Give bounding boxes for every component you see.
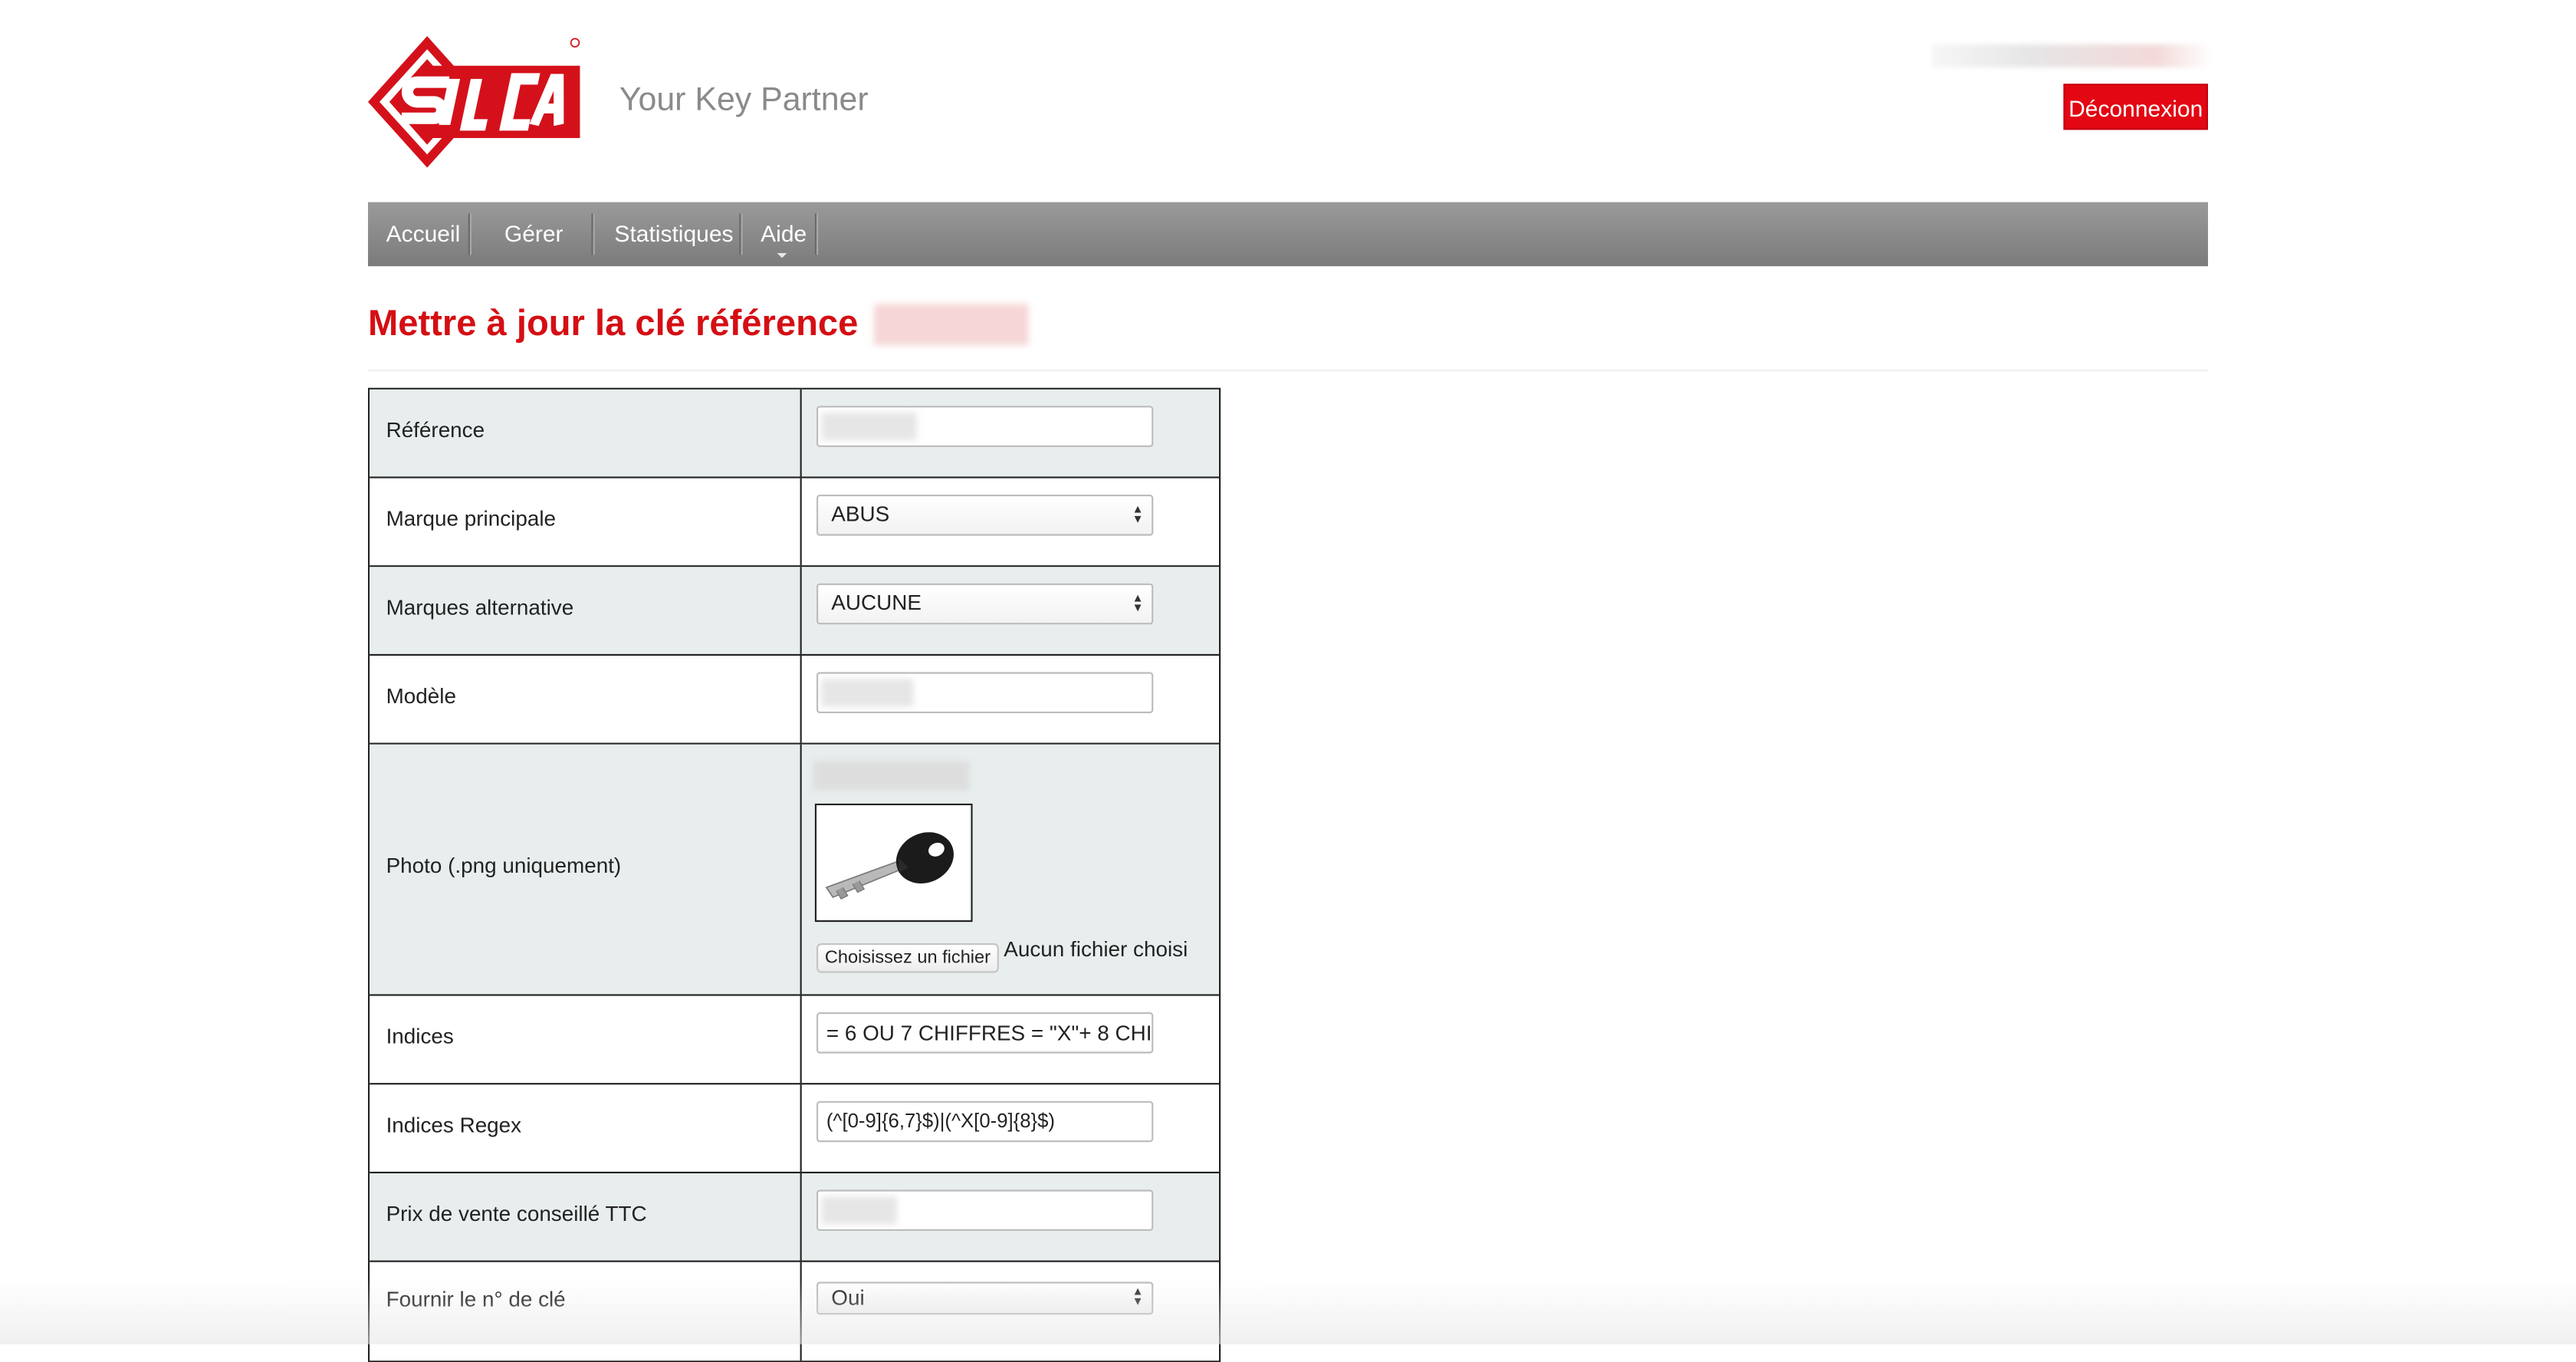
column-divider [800, 744, 802, 995]
form-row-photo: Photo (.png uniquement) Choisissez un fi… [370, 744, 1220, 996]
form-row-model: Modèle [370, 656, 1220, 745]
key-photo-preview [814, 803, 973, 923]
choose-file-button[interactable]: Choisissez un fichier [816, 943, 999, 973]
reference-input[interactable] [816, 406, 1154, 447]
file-status-text: Aucun fichier choisi [1004, 936, 1188, 962]
reference-value-redacted [821, 412, 917, 441]
supply-key-number-label: Fournir le n° de clé [386, 1286, 566, 1311]
silca-logo[interactable] [365, 33, 585, 171]
select-arrows-icon: ▲ ▼ [1132, 504, 1144, 526]
nav-separator [814, 213, 816, 255]
column-divider [800, 1262, 802, 1361]
nav-item-statistiques[interactable]: Statistiques [614, 202, 733, 267]
hints-input[interactable]: = 6 OU 7 CHIFFRES = "X"+ 8 CHIFFRES [816, 1012, 1154, 1054]
column-divider [800, 478, 802, 566]
title-reference-redacted [874, 304, 1029, 345]
page-title: Mettre à jour la clé référence [368, 302, 859, 344]
column-divider [800, 1173, 802, 1261]
nav-separator [591, 213, 593, 255]
form-row-alt-brand: Marques alternative AUCUNE ▲ ▼ [370, 567, 1220, 656]
hints-regex-input[interactable]: (^[0-9]{6,7}$)|(^X[0-9]{8}$) [816, 1100, 1154, 1143]
tagline: Your Key Partner [619, 82, 869, 119]
model-label: Modèle [386, 683, 456, 709]
column-divider [800, 656, 802, 743]
select-arrows-icon: ▲ ▼ [1132, 593, 1144, 615]
brand-select-value: ABUS [831, 501, 890, 526]
alt-brand-select-value: AUCUNE [831, 590, 922, 615]
supply-key-number-select[interactable]: Oui ▲ ▼ [816, 1281, 1154, 1315]
price-label: Prix de vente conseillé TTC [386, 1201, 647, 1226]
column-divider [800, 389, 802, 477]
photo-label: Photo (.png uniquement) [386, 853, 622, 878]
photo-filename-redacted [813, 761, 970, 791]
model-input[interactable] [816, 672, 1154, 713]
aide-dropdown-caret-icon[interactable] [777, 253, 787, 258]
supply-key-number-value: Oui [831, 1285, 865, 1310]
column-divider [800, 567, 802, 654]
model-value-redacted [821, 679, 914, 707]
form-row-reference: Référence [370, 389, 1220, 479]
form-row-price: Prix de vente conseillé TTC [370, 1173, 1220, 1262]
form-row-brand: Marque principale ABUS ▲ ▼ [370, 478, 1220, 568]
brand-select[interactable]: ABUS ▲ ▼ [816, 495, 1154, 536]
hints-regex-label: Indices Regex [386, 1112, 522, 1137]
select-arrows-icon: ▲ ▼ [1132, 1286, 1144, 1308]
title-divider [368, 370, 2208, 372]
nav-separator [468, 213, 470, 255]
key-update-form: Référence Marque principale ABUS ▲ ▼ Marq… [368, 387, 1221, 1362]
form-row-hints: Indices = 6 OU 7 CHIFFRES = "X"+ 8 CHIFF… [370, 995, 1220, 1085]
key-image [825, 832, 954, 900]
main-nav: Accueil Gérer Statistiques Aide [368, 202, 2208, 267]
user-info-redacted [1932, 44, 2212, 67]
form-row-hints-regex: Indices Regex (^[0-9]{6,7}$)|(^X[0-9]{8}… [370, 1084, 1220, 1173]
reference-label: Référence [386, 417, 485, 442]
price-input[interactable] [816, 1189, 1154, 1231]
alt-brand-select[interactable]: AUCUNE ▲ ▼ [816, 583, 1154, 625]
nav-item-accueil[interactable]: Accueil [386, 202, 461, 267]
page: Your Key Partner Déconnexion Accueil Gér… [0, 0, 2576, 1362]
logout-button[interactable]: Déconnexion [2063, 84, 2208, 130]
column-divider [800, 1084, 802, 1172]
brand-label: Marque principale [386, 506, 557, 531]
nav-separator [739, 213, 741, 255]
hints-label: Indices [386, 1024, 454, 1049]
nav-item-gerer[interactable]: Gérer [504, 202, 564, 267]
form-row-supply-key-number: Fournir le n° de clé Oui ▲ ▼ [370, 1262, 1219, 1361]
column-divider [800, 995, 802, 1084]
alt-brand-label: Marques alternative [386, 594, 574, 620]
price-value-redacted [821, 1196, 897, 1225]
